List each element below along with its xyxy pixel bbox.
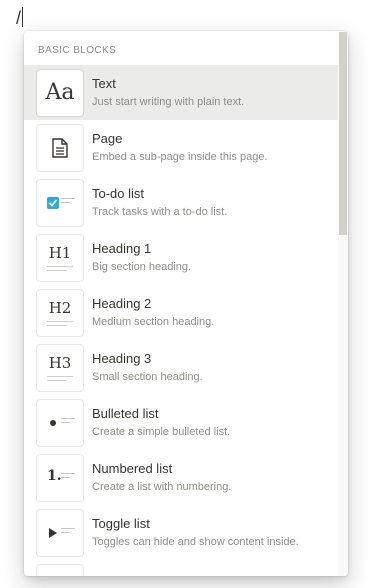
- menu-item-heading-2[interactable]: H2 Heading 2 Medium section heading.: [24, 285, 338, 340]
- typed-text: /: [16, 8, 22, 28]
- bullet-list-icon: [37, 399, 83, 446]
- block-menu[interactable]: BASIC BLOCKS Aa Text Just start writing …: [24, 31, 348, 576]
- menu-item-title: Numbered list: [92, 461, 173, 476]
- text-block-icon: Aa: [37, 69, 83, 116]
- menu-item-title: To-do list: [92, 186, 145, 201]
- menu-item-heading-1[interactable]: H1 Heading 1 Big section heading.: [24, 230, 338, 285]
- menu-item-todo[interactable]: To-do list Track tasks with a to-do list…: [24, 175, 338, 230]
- heading-1-icon: H1: [37, 234, 83, 281]
- menu-item-bulleted-list[interactable]: Bulleted list Create a simple bulleted l…: [24, 395, 338, 450]
- partial-item-icon: [37, 564, 83, 576]
- menu-item-description: Big section heading.: [92, 261, 192, 273]
- menu-item-description: Embed a sub-page inside this page.: [92, 151, 268, 163]
- toggle-list-icon: [37, 509, 83, 556]
- menu-item-title: Page: [92, 131, 123, 146]
- menu-item-numbered-list[interactable]: 1. Numbered list Create a list with numb…: [24, 450, 338, 505]
- menu-item-description: Medium section heading.: [92, 316, 215, 328]
- menu-item-title: Heading 2: [92, 296, 152, 311]
- menu-item-text[interactable]: Aa Text Just start writing with plain te…: [24, 65, 338, 120]
- menu-item-title: Heading 3: [92, 351, 152, 366]
- menu-item-toggle-list[interactable]: Toggle list Toggles can hide and show co…: [24, 505, 338, 560]
- section-header: BASIC BLOCKS: [38, 45, 117, 56]
- menu-item-title: Bulleted list: [92, 406, 159, 421]
- heading-2-icon: H2: [37, 289, 83, 336]
- heading-3-icon: H3: [37, 344, 83, 391]
- menu-item-description: Small section heading.: [92, 371, 203, 383]
- page-icon: [37, 124, 83, 171]
- menu-item-description: Track tasks with a to-do list.: [92, 206, 228, 218]
- menu-scrollbar[interactable]: [338, 31, 348, 576]
- menu-item-description: Just start writing with plain text.: [92, 96, 245, 108]
- menu-item-description: Create a simple bulleted list.: [92, 426, 231, 438]
- menu-item-description: Create a list with numbering.: [92, 481, 232, 493]
- checkbox-icon: [37, 179, 83, 226]
- menu-item-description: Toggles can hide and show content inside…: [92, 536, 299, 548]
- menu-item-partial[interactable]: [24, 560, 338, 576]
- menu-item-title: Toggle list: [92, 516, 150, 531]
- editor-line[interactable]: /: [16, 6, 24, 30]
- menu-item-heading-3[interactable]: H3 Heading 3 Small section heading.: [24, 340, 338, 395]
- menu-item-title: Text: [92, 76, 116, 91]
- block-menu-list[interactable]: BASIC BLOCKS Aa Text Just start writing …: [24, 31, 338, 576]
- numbered-list-icon: 1.: [37, 454, 83, 501]
- text-caret: [22, 7, 24, 27]
- menu-item-page[interactable]: Page Embed a sub-page inside this page.: [24, 120, 338, 175]
- menu-scrollbar-thumb[interactable]: [339, 32, 347, 235]
- menu-item-title: Heading 1: [92, 241, 152, 256]
